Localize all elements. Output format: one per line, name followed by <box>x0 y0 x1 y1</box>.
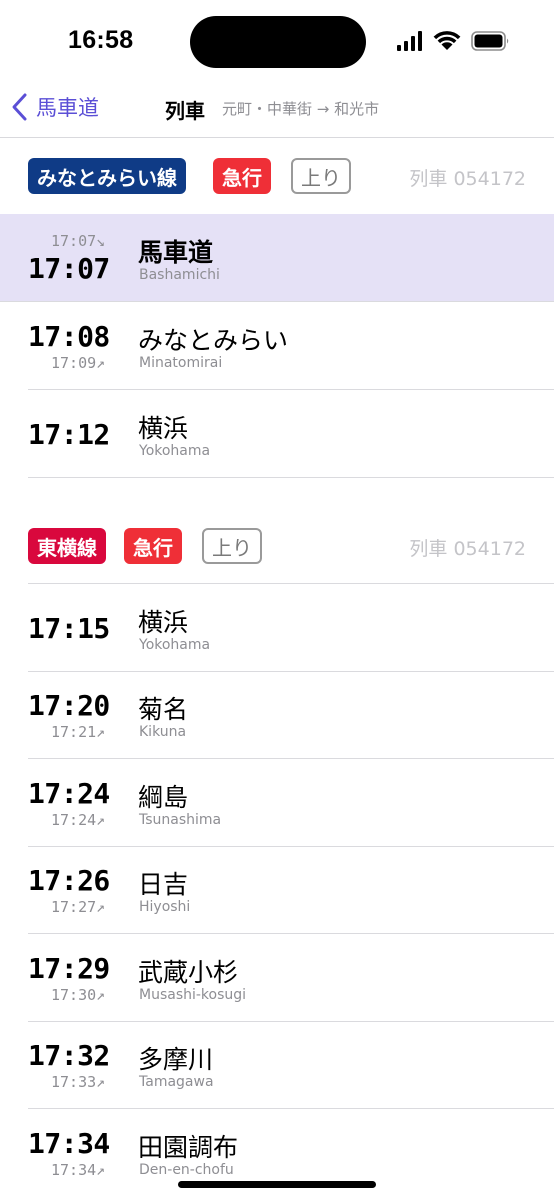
station-name-romaji: Tamagawa <box>139 1074 214 1090</box>
station-name: 日吉 <box>138 870 189 899</box>
route-subtitle: 元町・中華街 → 和光市 <box>222 100 380 118</box>
home-indicator[interactable] <box>178 1181 376 1188</box>
stop-row[interactable]: 17:24 17:24↗ 綱島 Tsunashima <box>0 759 554 847</box>
wifi-icon <box>433 31 461 50</box>
arrival-time: 17:32 <box>28 1039 110 1072</box>
station-name: 綱島 <box>138 783 189 812</box>
station-name-romaji: Yokohama <box>139 637 211 653</box>
signal-icon <box>397 31 422 51</box>
battery-icon <box>471 31 509 51</box>
departure-time: 17:09↗ <box>51 354 106 372</box>
station-name: 横浜 <box>138 414 189 443</box>
departure-time: 17:24↗ <box>51 811 106 829</box>
station-name: 多摩川 <box>138 1045 214 1074</box>
station-name-romaji: Bashamichi <box>139 267 220 283</box>
station-name: 横浜 <box>138 608 189 637</box>
stop-row[interactable]: 17:12 横浜 Yokohama <box>0 390 554 478</box>
express-badge: 急行 <box>124 528 182 564</box>
departure-time: 17:07 <box>28 252 110 285</box>
station-name-romaji: Tsunashima <box>139 812 222 828</box>
direction-badge: 上り <box>291 158 351 194</box>
station-name: みなとみらい <box>138 326 289 355</box>
stop-row[interactable]: 17:29 17:30↗ 武蔵小杉 Musashi-kosugi <box>0 934 554 1022</box>
chevron-left-icon <box>12 93 27 121</box>
train-number: 列車 054172 <box>409 168 526 190</box>
status-time: 16:58 <box>68 26 134 54</box>
station-name-romaji: Minatomirai <box>139 355 223 371</box>
arrival-time: 17:29 <box>28 952 110 985</box>
status-bar: 16:58 <box>0 0 554 82</box>
row-divider <box>28 477 554 478</box>
stop-row[interactable]: 17:08 17:09↗ みなとみらい Minatomirai <box>0 302 554 390</box>
station-name: 馬車道 <box>138 238 214 267</box>
direction-badge: 上り <box>202 528 262 564</box>
page-title: 列車 <box>165 99 205 123</box>
station-name-romaji: Musashi-kosugi <box>139 987 247 1003</box>
train-number: 列車 054172 <box>409 538 526 560</box>
express-badge: 急行 <box>213 158 271 194</box>
stop-row[interactable]: 17:15 横浜 Yokohama <box>0 584 554 672</box>
stop-row[interactable]: 17:26 17:27↗ 日吉 Hiyoshi <box>0 846 554 934</box>
departure-time: 17:21↗ <box>51 723 106 741</box>
back-label: 馬車道 <box>36 96 99 120</box>
station-name: 武蔵小杉 <box>138 958 239 987</box>
arrival-time: 17:15 <box>28 612 110 645</box>
station-name: 菊名 <box>138 695 189 724</box>
station-name: 田園調布 <box>138 1133 239 1162</box>
stop-row[interactable]: 17:32 17:33↗ 多摩川 Tamagawa <box>0 1021 554 1109</box>
line-badge: みなとみらい線 <box>28 158 186 194</box>
nav-bar: 馬車道 列車 元町・中華街 → 和光市 <box>0 82 554 138</box>
station-name-romaji: Hiyoshi <box>139 899 191 915</box>
arrival-time: 17:12 <box>28 418 110 451</box>
departure-time: 17:30↗ <box>51 986 106 1004</box>
line-badge: 東横線 <box>28 528 106 564</box>
section-header-minatomirai: みなとみらい線 急行 上り 列車 054172 <box>0 158 554 218</box>
arrival-time: 17:07↘ <box>51 232 106 250</box>
dynamic-island <box>190 16 366 68</box>
arrival-time: 17:34 <box>28 1127 110 1160</box>
arrival-time: 17:20 <box>28 689 110 722</box>
departure-time: 17:34↗ <box>51 1161 106 1179</box>
departure-time: 17:27↗ <box>51 898 106 916</box>
stop-row-current[interactable]: 17:07↘ 17:07 馬車道 Bashamichi <box>0 214 554 302</box>
status-icons <box>397 31 509 51</box>
arrival-time: 17:24 <box>28 777 110 810</box>
stop-row[interactable]: 17:20 17:21↗ 菊名 Kikuna <box>0 671 554 759</box>
back-button[interactable]: 馬車道 <box>10 90 99 124</box>
station-name-romaji: Yokohama <box>139 443 211 459</box>
station-name-romaji: Kikuna <box>139 724 187 740</box>
section-header-toyoko: 東横線 急行 上り 列車 054172 <box>0 528 554 588</box>
station-name-romaji: Den-en-chofu <box>139 1162 234 1178</box>
arrival-time: 17:08 <box>28 320 110 353</box>
departure-time: 17:33↗ <box>51 1073 106 1091</box>
arrival-time: 17:26 <box>28 864 110 897</box>
